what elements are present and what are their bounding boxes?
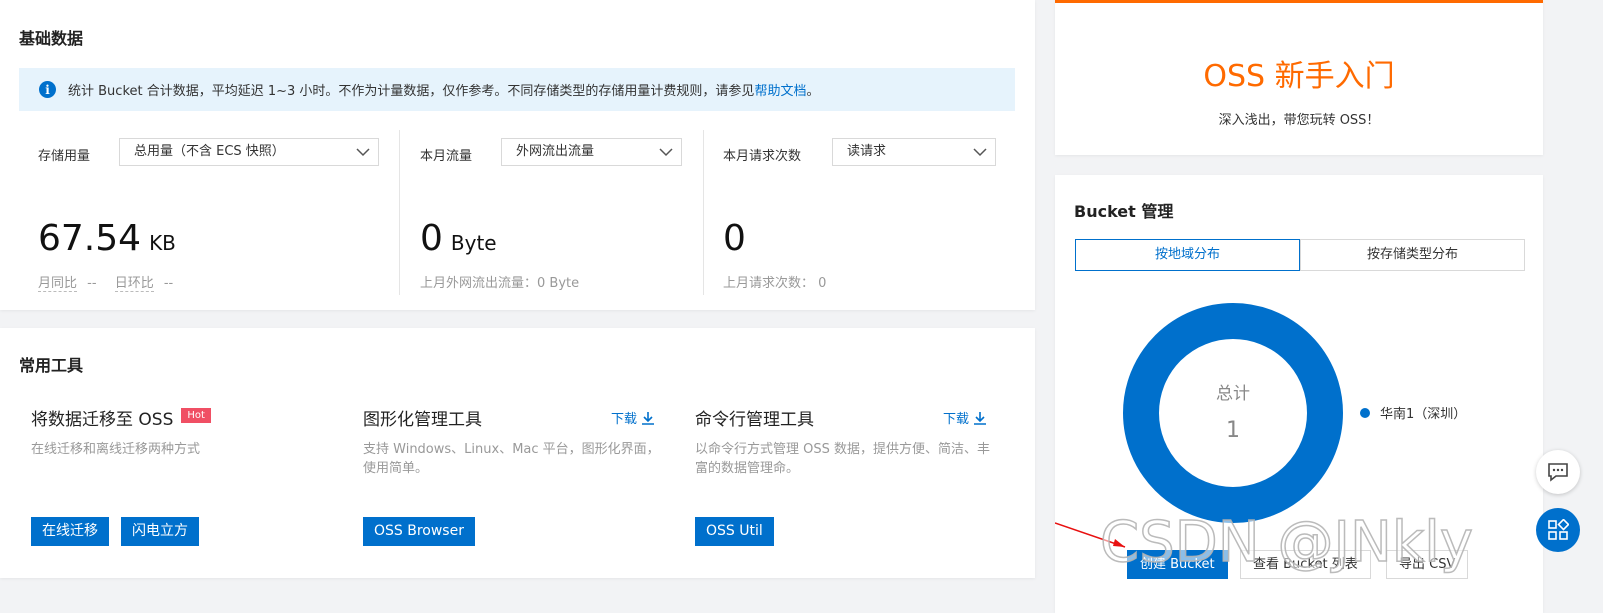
bucket-title: Bucket 管理 bbox=[1074, 202, 1174, 221]
cli-desc: 以命令行方式管理 OSS 数据，提供方便、简洁、丰富的数据管理命。 bbox=[695, 442, 991, 476]
storage-label: 存储用量 bbox=[38, 149, 91, 164]
traffic-stat: 本月流量 外网流出流量 0 Byte 上月外网流出流量：0 Byte bbox=[420, 130, 690, 295]
bucket-donut-chart: 总计 1 bbox=[1123, 303, 1343, 523]
download-icon bbox=[974, 411, 987, 425]
chat-icon bbox=[1548, 463, 1568, 482]
requests-prev: 上月请求次数： 0 bbox=[723, 276, 827, 291]
bucket-card: Bucket 管理 按地域分布 按存储类型分布 总计 1 华南1（深圳） 创建 … bbox=[1055, 175, 1543, 613]
traffic-unit: Byte bbox=[450, 231, 497, 255]
chevron-down-icon bbox=[973, 148, 987, 157]
legend-dot bbox=[1360, 407, 1370, 418]
tab-by-region[interactable]: 按地域分布 bbox=[1075, 239, 1300, 271]
guide-subtitle: 深入浅出，带您玩转 OSS！ bbox=[1218, 113, 1380, 128]
stat-divider bbox=[399, 130, 400, 295]
basic-data-title: 基础数据 bbox=[19, 29, 84, 48]
dod-value: -- bbox=[163, 276, 174, 291]
hot-badge: Hot bbox=[181, 408, 211, 423]
online-migrate-button[interactable]: 在线迁移 bbox=[31, 517, 109, 546]
legend-label: 华南1（深圳） bbox=[1380, 407, 1467, 422]
notice-text: 统计 Bucket 合计数据，平均延迟 1~3 小时。不作为计量数据，仅作参考。… bbox=[68, 84, 755, 99]
guide-title: OSS 新手入门 bbox=[1203, 59, 1395, 94]
migrate-desc: 在线迁移和离线迁移两种方式 bbox=[31, 442, 201, 457]
help-doc-link[interactable]: 帮助文档 bbox=[754, 80, 806, 99]
export-csv-button[interactable]: 导出 CSV bbox=[1386, 550, 1469, 579]
requests-value: 0 bbox=[723, 218, 746, 259]
view-bucket-list-button[interactable]: 查看 Bucket 列表 bbox=[1240, 550, 1371, 579]
chevron-down-icon bbox=[659, 148, 673, 157]
storage-compare: 月同比 -- 日环比 -- bbox=[38, 272, 174, 292]
traffic-value: 0 Byte bbox=[420, 218, 497, 259]
distribution-tabs: 按地域分布 按存储类型分布 bbox=[1075, 239, 1525, 271]
gui-desc: 支持 Windows、Linux、Mac 平台，图形化界面，使用简单。 bbox=[363, 442, 660, 476]
requests-select-value: 读请求 bbox=[847, 144, 887, 159]
gui-download-link[interactable]: 下载 bbox=[611, 408, 655, 427]
info-icon: i bbox=[39, 81, 56, 98]
storage-type-select[interactable]: 总用量（不含 ECS 快照） bbox=[119, 138, 379, 166]
legend-item[interactable]: 华南1（深圳） bbox=[1360, 403, 1466, 422]
annotation-arrow bbox=[1055, 522, 1126, 548]
storage-stat: 存储用量 总用量（不含 ECS 快照） 67.54 KB 月同比 -- 日环比 -… bbox=[38, 130, 383, 295]
donut-total-label: 总计 bbox=[1216, 384, 1250, 404]
cli-download-link[interactable]: 下载 bbox=[943, 408, 987, 427]
feedback-chat-button[interactable] bbox=[1536, 450, 1580, 494]
traffic-prev: 上月外网流出流量：0 Byte bbox=[420, 276, 580, 291]
lightning-cube-button[interactable]: 闪电立方 bbox=[121, 517, 199, 546]
tab-by-storage-type[interactable]: 按存储类型分布 bbox=[1300, 239, 1525, 271]
donut-total-value: 1 bbox=[1226, 418, 1240, 443]
mom-label[interactable]: 月同比 bbox=[38, 276, 78, 292]
storage-unit: KB bbox=[149, 231, 176, 255]
donut-ring bbox=[1123, 303, 1343, 523]
stat-divider bbox=[703, 130, 704, 295]
oss-guide-card[interactable]: OSS 新手入门 深入浅出，带您玩转 OSS！ bbox=[1055, 0, 1543, 155]
oss-browser-button[interactable]: OSS Browser bbox=[363, 517, 475, 546]
traffic-type-select[interactable]: 外网流出流量 bbox=[501, 138, 682, 166]
traffic-label: 本月流量 bbox=[420, 149, 473, 164]
dod-label[interactable]: 日环比 bbox=[114, 276, 154, 292]
download-icon bbox=[642, 411, 655, 425]
tools-title: 常用工具 bbox=[19, 356, 84, 375]
migrate-title: 将数据迁移至 OSS Hot bbox=[31, 405, 331, 430]
basic-data-card: 基础数据 i 统计 Bucket 合计数据，平均延迟 1~3 小时。不作为计量数… bbox=[0, 0, 1035, 310]
requests-stat: 本月请求次数 读请求 0 上月请求次数： 0 bbox=[723, 130, 1003, 295]
storage-select-value: 总用量（不含 ECS 快照） bbox=[134, 144, 285, 159]
grid-icon bbox=[1548, 519, 1569, 540]
apps-float-button[interactable] bbox=[1536, 508, 1580, 552]
create-bucket-button[interactable]: 创建 Bucket bbox=[1127, 550, 1228, 579]
chevron-down-icon bbox=[356, 148, 370, 157]
requests-type-select[interactable]: 读请求 bbox=[832, 138, 996, 166]
migrate-tool: 将数据迁移至 OSS Hot 在线迁移和离线迁移两种方式 bbox=[31, 405, 331, 459]
oss-util-button[interactable]: OSS Util bbox=[695, 517, 774, 546]
traffic-select-value: 外网流出流量 bbox=[516, 144, 595, 159]
storage-value: 67.54 KB bbox=[38, 218, 176, 259]
mom-value: -- bbox=[87, 276, 97, 291]
requests-label: 本月请求次数 bbox=[723, 149, 802, 164]
notice-end: 。 bbox=[806, 84, 820, 99]
info-notice: i 统计 Bucket 合计数据，平均延迟 1~3 小时。不作为计量数据，仅作参… bbox=[19, 68, 1015, 111]
